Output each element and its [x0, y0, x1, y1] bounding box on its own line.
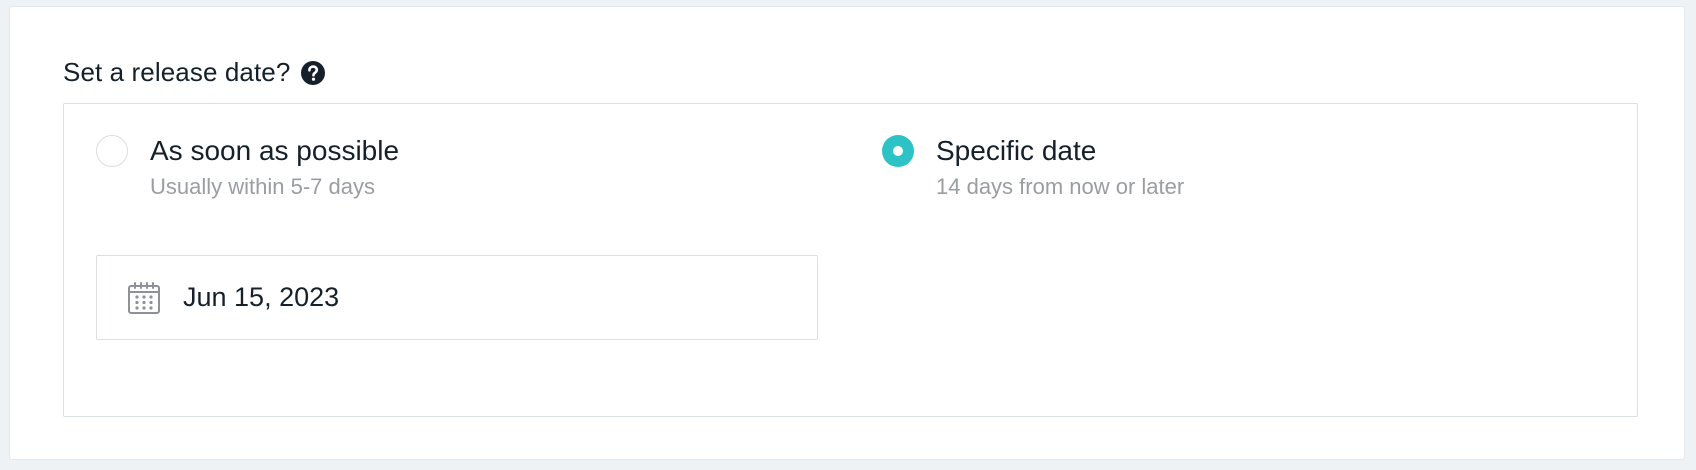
specific-date-radio[interactable] [882, 135, 914, 167]
calendar-icon [127, 281, 161, 315]
release-date-card: Set a release date? As soon as possible … [9, 6, 1685, 460]
asap-label: As soon as possible [150, 135, 400, 166]
specific-date-label: Specific date [936, 135, 1097, 166]
specific-date-subtitle: 14 days from now or later [936, 174, 1185, 199]
release-date-title: Set a release date? [63, 57, 291, 87]
option-as-soon-as-possible[interactable]: As soon as possible Usually within 5-7 d… [96, 134, 399, 201]
asap-radio[interactable] [96, 135, 128, 167]
release-date-input[interactable]: Jun 15, 2023 [96, 255, 818, 340]
release-date-heading: Set a release date? [63, 57, 326, 88]
release-date-value: Jun 15, 2023 [183, 282, 340, 312]
question-circle-icon[interactable] [300, 60, 326, 86]
asap-subtitle: Usually within 5-7 days [150, 174, 375, 199]
release-options-panel: As soon as possible Usually within 5-7 d… [63, 103, 1638, 417]
option-specific-date[interactable]: Specific date 14 days from now or later [882, 134, 1184, 201]
